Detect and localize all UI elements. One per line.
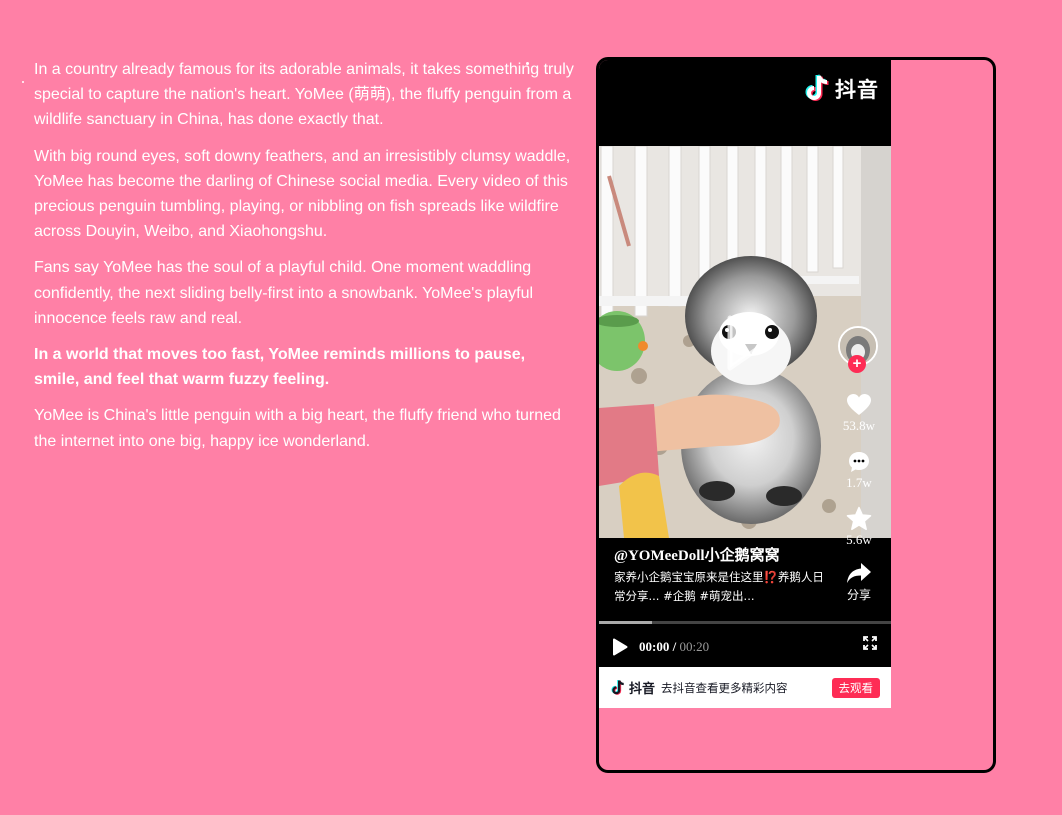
- favorite-button[interactable]: 5.6w: [835, 506, 883, 548]
- sparkle-dot: [22, 81, 24, 83]
- fullscreen-icon[interactable]: [863, 636, 877, 650]
- author-handle[interactable]: @YOMeeDoll小企鹅窝窝: [614, 546, 829, 566]
- video-description: 家养小企鹅宝宝原来是住这里⁉️养鹅人日常分享... #企鹅 #萌宠出...: [614, 570, 824, 603]
- share-label: 分享: [846, 588, 871, 602]
- promo-text: 去抖音查看更多精彩内容: [661, 680, 788, 695]
- comment-icon: [849, 452, 869, 472]
- progress-bar[interactable]: [599, 621, 891, 624]
- favorite-count: 5.6w: [846, 532, 872, 547]
- article-paragraph-1: In a country already famous for its ador…: [34, 61, 574, 129]
- comment-button[interactable]: 1.7w: [835, 450, 883, 491]
- comment-count: 1.7w: [846, 475, 872, 490]
- video-player[interactable]: 抖音 + 53.8w 1.7w 5.6w 分享 @YOMeeDoll小企鹅窝窝 …: [599, 60, 891, 708]
- bottom-douyin-logo[interactable]: 抖音: [610, 678, 655, 697]
- share-button[interactable]: 分享: [835, 562, 883, 603]
- time-current: 00:00: [639, 639, 670, 654]
- time-separator: /: [669, 639, 680, 654]
- follow-plus-icon[interactable]: +: [848, 355, 866, 373]
- article-paragraph-2: With big round eyes, soft downy feathers…: [34, 147, 571, 241]
- article-paragraph-5: YoMee is China's little penguin with a b…: [34, 407, 561, 450]
- play-icon[interactable]: [612, 638, 628, 656]
- play-overlay-icon[interactable]: [724, 314, 770, 372]
- douyin-note-icon: [611, 679, 624, 695]
- bottom-brand-text: 抖音: [629, 682, 656, 697]
- article: In a country already famous for its ador…: [34, 57, 574, 465]
- time-total: 00:20: [679, 639, 710, 654]
- time-display: 00:00 / 00:20: [639, 639, 709, 655]
- video-caption: @YOMeeDoll小企鹅窝窝 家养小企鹅宝宝原来是住这里⁉️养鹅人日常分享..…: [614, 546, 829, 606]
- sparkle-dot: [501, 69, 503, 71]
- progress-fill: [599, 621, 652, 624]
- douyin-logo[interactable]: 抖音: [803, 74, 879, 104]
- heart-icon: [847, 394, 871, 415]
- like-button[interactable]: 53.8w: [835, 393, 883, 434]
- watch-button[interactable]: 去观看: [831, 678, 880, 698]
- douyin-note-icon: [805, 74, 829, 101]
- douyin-promo-bar: 抖音 去抖音查看更多精彩内容 去观看: [599, 667, 891, 708]
- douyin-brand-text: 抖音: [835, 78, 879, 102]
- like-count: 53.8w: [842, 418, 876, 433]
- sparkle-dot: [526, 62, 529, 65]
- star-icon: [846, 506, 872, 531]
- author-avatar-group[interactable]: +: [838, 326, 878, 374]
- article-paragraph-4: In a world that moves too fast, YoMee re…: [34, 346, 526, 389]
- douyin-embed: 抖音 + 53.8w 1.7w 5.6w 分享 @YOMeeDoll小企鹅窝窝 …: [596, 57, 996, 773]
- article-paragraph-3: Fans say YoMee has the soul of a playful…: [34, 259, 534, 327]
- player-controls: 00:00 / 00:20: [599, 630, 891, 664]
- share-icon: [847, 563, 871, 583]
